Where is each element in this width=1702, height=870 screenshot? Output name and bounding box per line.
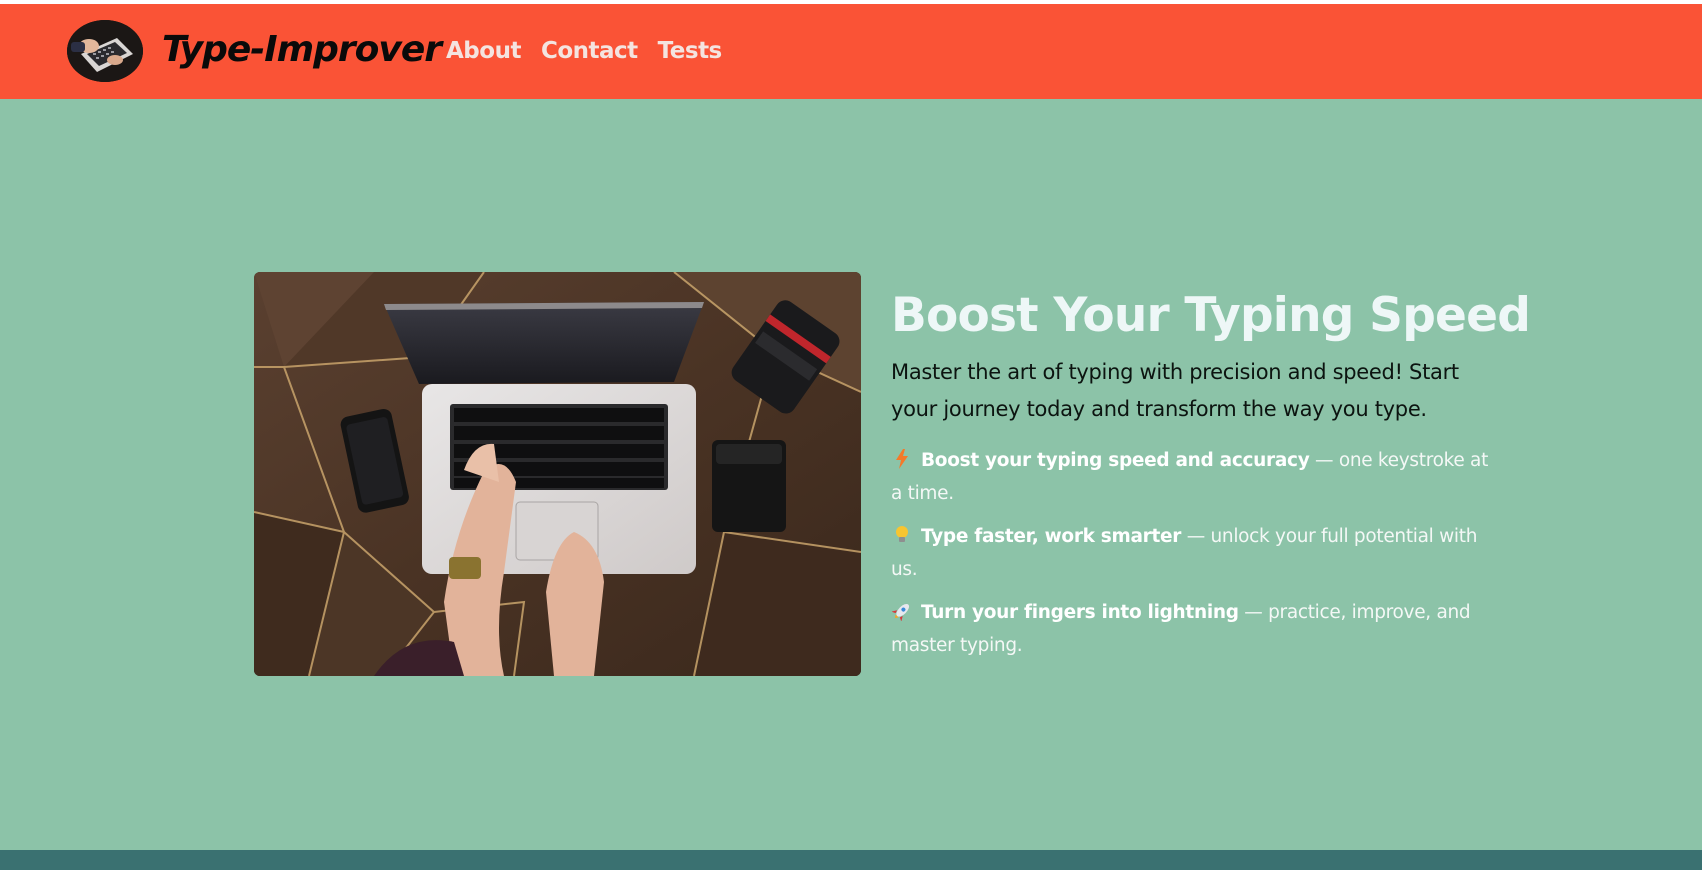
site-footer xyxy=(0,850,1702,870)
site-logo[interactable] xyxy=(67,20,143,82)
site-header: Type-Improver About Contact Tests xyxy=(0,4,1702,99)
main-nav: About Contact Tests xyxy=(446,38,742,64)
feature-strong: Type faster, work smarter xyxy=(921,526,1182,547)
rocket-icon xyxy=(891,601,913,631)
feature-strong: Turn your fingers into lightning xyxy=(921,602,1239,623)
feature-list: Boost your typing speed and accuracy — o… xyxy=(891,446,1501,661)
feature-strong: Boost your typing speed and accuracy xyxy=(921,450,1310,471)
nav-contact[interactable]: Contact xyxy=(541,38,638,64)
hero-image xyxy=(254,272,861,676)
feature-item: Type faster, work smarter — unlock your … xyxy=(891,522,1501,585)
hero-intro: Master the art of typing with precision … xyxy=(891,360,1459,421)
feature-item: Boost your typing speed and accuracy — o… xyxy=(891,446,1501,509)
brand-name[interactable]: Type-Improver xyxy=(162,29,442,70)
nav-about[interactable]: About xyxy=(446,38,521,64)
logo-image xyxy=(67,20,143,82)
hero-title: Boost Your Typing Speed xyxy=(891,288,1531,343)
lightning-icon xyxy=(891,449,913,479)
hero-text: Boost Your Typing Speed Master the art o… xyxy=(891,286,1531,674)
nav-tests[interactable]: Tests xyxy=(658,38,723,64)
lightbulb-icon xyxy=(891,525,913,555)
feature-item: Turn your fingers into lightning — pract… xyxy=(891,598,1501,661)
